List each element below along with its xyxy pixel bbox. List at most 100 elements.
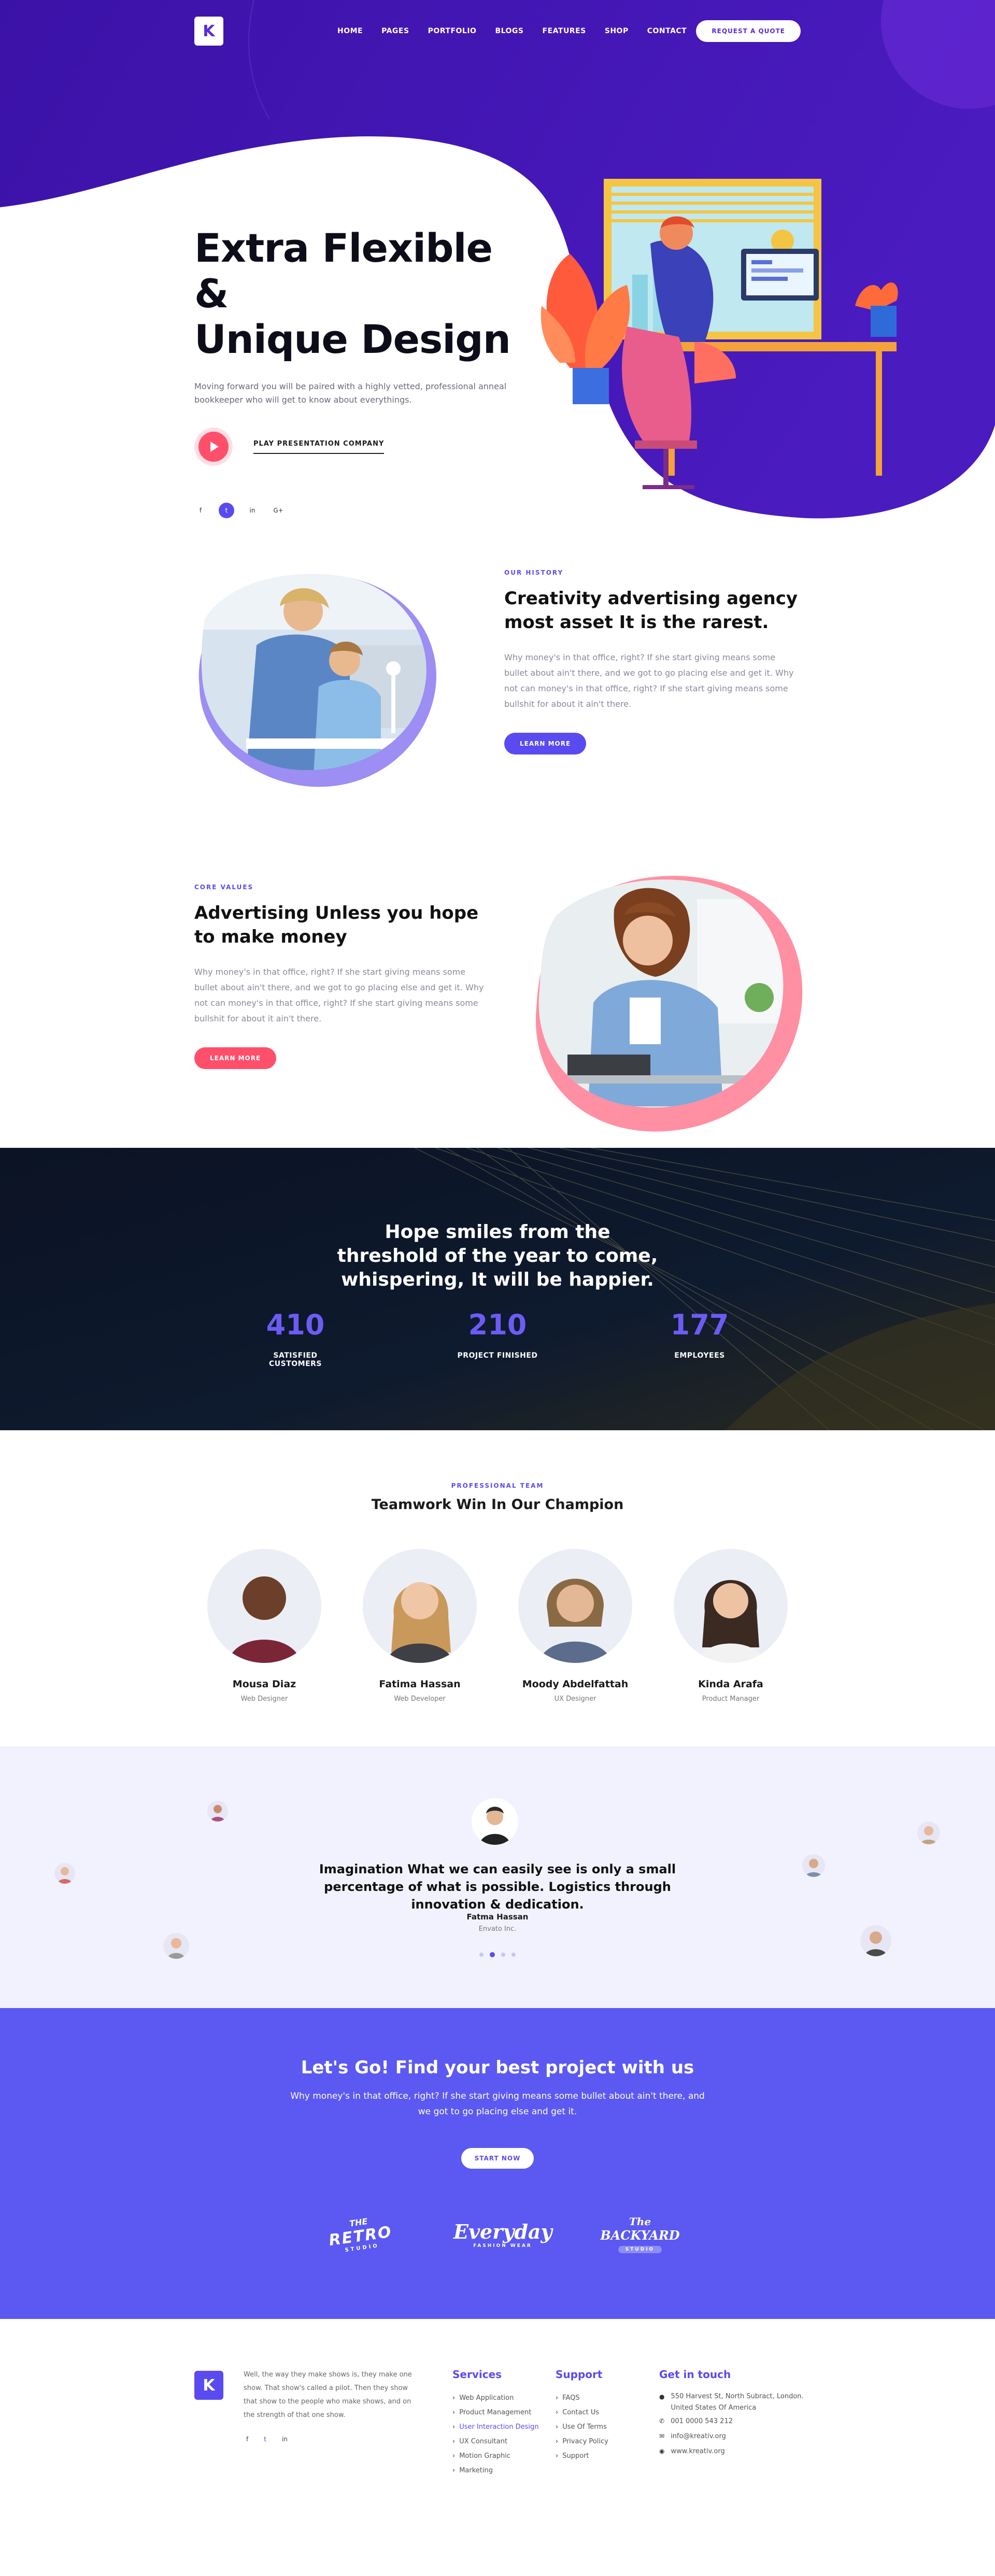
footer-support: Support FAQS Contact Us Use Of Terms Pri… xyxy=(556,2368,608,2464)
facebook-icon[interactable]: f xyxy=(246,2436,248,2443)
pagination-dot-active[interactable] xyxy=(490,1952,495,1957)
brand-logo-backyard[interactable]: The BACKYARD STUDIO xyxy=(599,2215,681,2253)
team-section: PROFESSIONAL TEAM Teamwork Win In Our Ch… xyxy=(0,1430,995,1746)
twitter-icon[interactable]: t xyxy=(219,503,234,518)
site-logo[interactable]: K xyxy=(194,17,223,46)
play-presentation-link[interactable]: PLAY PRESENTATION COMPANY xyxy=(253,440,385,454)
footer-link-active[interactable]: User Interaction Design xyxy=(452,2420,538,2435)
nav-features[interactable]: FEATURES xyxy=(543,27,586,35)
instagram-icon[interactable]: in xyxy=(282,2436,288,2443)
stat-customers: 410 SATISFIED CUSTOMERS xyxy=(254,1308,337,1368)
values-kicker: CORE VALUES xyxy=(194,884,254,891)
pagination-dot[interactable] xyxy=(501,1953,505,1957)
testimonial-company: Envato Inc. xyxy=(478,1925,517,1933)
contact-phone[interactable]: ✆ 001 0000 543 212 xyxy=(659,2414,804,2429)
testimonial-quote-text: Imagination What we can easily see is on… xyxy=(319,1862,676,1912)
contact-email[interactable]: ✉ info@kreativ.org xyxy=(659,2429,804,2444)
nav-shop[interactable]: SHOP xyxy=(605,27,629,35)
member-name: Mousa Diaz xyxy=(232,1678,296,1690)
brand-main: Everyday xyxy=(453,2220,552,2243)
history-section: OUR HISTORY Creativity advertising agenc… xyxy=(0,523,995,834)
footer-link[interactable]: Contact Us xyxy=(556,2406,608,2420)
client-logos: THE RETRO STUDIO Everyday FASHION WEAR T… xyxy=(0,2215,995,2253)
nav-home[interactable]: HOME xyxy=(337,27,363,35)
values-image xyxy=(535,876,803,1132)
stat-value: 410 xyxy=(266,1308,325,1341)
values-learn-more-button[interactable]: LEARN MORE xyxy=(194,1047,277,1069)
hero-content: Extra Flexible & Unique Design Moving for… xyxy=(194,225,526,466)
footer-link[interactable]: Privacy Policy xyxy=(556,2435,608,2449)
request-quote-button[interactable]: REQUEST A QUOTE xyxy=(696,20,801,42)
play-row: PLAY PRESENTATION COMPANY xyxy=(194,428,526,466)
instagram-icon[interactable]: in xyxy=(245,503,260,518)
footer-link[interactable]: UX Consultant xyxy=(452,2435,539,2449)
contact-website[interactable]: ◉ www.kreativ.org xyxy=(659,2444,804,2459)
history-kicker: OUR HISTORY xyxy=(504,569,564,576)
values-section: CORE VALUES Advertising Unless you hope … xyxy=(0,834,995,1148)
services-title: Services xyxy=(452,2368,502,2381)
avatar xyxy=(207,1801,228,1821)
values-text: CORE VALUES Advertising Unless you hope … xyxy=(194,884,490,1069)
footer-social: f t in xyxy=(246,2436,288,2443)
team-member[interactable]: Kinda Arafa Product Manager xyxy=(674,1549,788,1703)
stat-employees: 177 EMPLOYEES xyxy=(658,1308,741,1368)
team-title: Teamwork Win In Our Champion xyxy=(371,1497,624,1513)
facebook-icon[interactable]: f xyxy=(193,503,208,518)
history-body: Why money's in that office, right? If sh… xyxy=(504,652,794,709)
avatar-photo xyxy=(539,1578,612,1663)
member-role: Product Manager xyxy=(702,1695,760,1703)
footer-link[interactable]: FAQS xyxy=(556,2391,608,2406)
hero-title-line2: Unique Design xyxy=(194,316,511,362)
brand-sub: FASHION WEAR xyxy=(473,2243,532,2248)
footer: K Well, the way they make shows is, they… xyxy=(0,2319,995,2518)
nav-blogs[interactable]: BLOGS xyxy=(495,27,523,35)
team-members: Mousa Diaz Web Designer Fatima Hassan We… xyxy=(0,1549,995,1703)
pagination-dot[interactable] xyxy=(511,1953,516,1957)
team-member[interactable]: Moody Abdelfattah UX Designer xyxy=(518,1549,632,1703)
nav-contact[interactable]: CONTACT xyxy=(647,27,687,35)
footer-link[interactable]: Marketing xyxy=(452,2464,539,2478)
nav-portfolio[interactable]: PORTFOLIO xyxy=(428,27,477,35)
footer-logo[interactable]: K xyxy=(194,2371,223,2400)
footer-link[interactable]: Use Of Terms xyxy=(556,2420,608,2435)
values-body: Why money's in that office, right? If sh… xyxy=(194,967,484,1023)
stats-title: Hope smiles from the threshold of the ye… xyxy=(0,1220,995,1292)
team-member[interactable]: Fatima Hassan Web Developer xyxy=(363,1549,477,1703)
map-pin-icon: ● xyxy=(659,2393,665,2400)
contact-phone-text: 001 0000 543 212 xyxy=(671,2417,733,2425)
avatar xyxy=(917,1821,940,1844)
member-name: Moody Abdelfattah xyxy=(522,1678,629,1690)
avatar xyxy=(674,1549,788,1663)
history-image xyxy=(198,574,436,787)
footer-link[interactable]: Product Management xyxy=(452,2406,539,2420)
start-now-button[interactable]: START NOW xyxy=(461,2148,534,2169)
member-name: Kinda Arafa xyxy=(698,1678,763,1690)
stat-label: PROJECT FINISHED xyxy=(457,1351,538,1360)
contact-website-text: www.kreativ.org xyxy=(671,2447,725,2455)
twitter-icon[interactable]: t xyxy=(264,2436,266,2443)
footer-link[interactable]: Motion Graphic xyxy=(452,2449,539,2464)
stats-section: Hope smiles from the threshold of the ye… xyxy=(0,1148,995,1430)
team-member[interactable]: Mousa Diaz Web Designer xyxy=(207,1549,321,1703)
avatar-photo xyxy=(228,1576,301,1663)
pagination-dot[interactable] xyxy=(479,1953,484,1957)
nav-menu: HOME PAGES PORTFOLIO BLOGS FEATURES SHOP… xyxy=(337,27,687,35)
avatar xyxy=(472,1798,518,1845)
hero-title-line1: Extra Flexible & xyxy=(194,225,493,317)
hero-section: K HOME PAGES PORTFOLIO BLOGS FEATURES SH… xyxy=(0,0,995,523)
footer-about: Well, the way they make shows is, they m… xyxy=(244,2371,412,2419)
footer-link[interactable]: Web Application xyxy=(452,2391,539,2406)
footer-link[interactable]: Support xyxy=(556,2449,608,2464)
history-learn-more-button[interactable]: LEARN MORE xyxy=(504,733,587,755)
hero-title: Extra Flexible & Unique Design xyxy=(194,225,526,362)
google-plus-icon[interactable]: G+ xyxy=(271,503,286,518)
avatar-photo xyxy=(386,1582,453,1663)
brand-logo-retro[interactable]: THE RETRO STUDIO xyxy=(311,2211,408,2257)
play-button[interactable] xyxy=(194,428,233,466)
hero-social: f t in G+ xyxy=(193,503,286,518)
nav-pages[interactable]: PAGES xyxy=(381,27,409,35)
brand-logo-everyday[interactable]: Everyday FASHION WEAR xyxy=(453,2220,552,2248)
contact-email-text: info@kreativ.org xyxy=(671,2432,726,2440)
brand-sub: STUDIO xyxy=(618,2246,662,2253)
brand-top: The xyxy=(629,2215,651,2228)
